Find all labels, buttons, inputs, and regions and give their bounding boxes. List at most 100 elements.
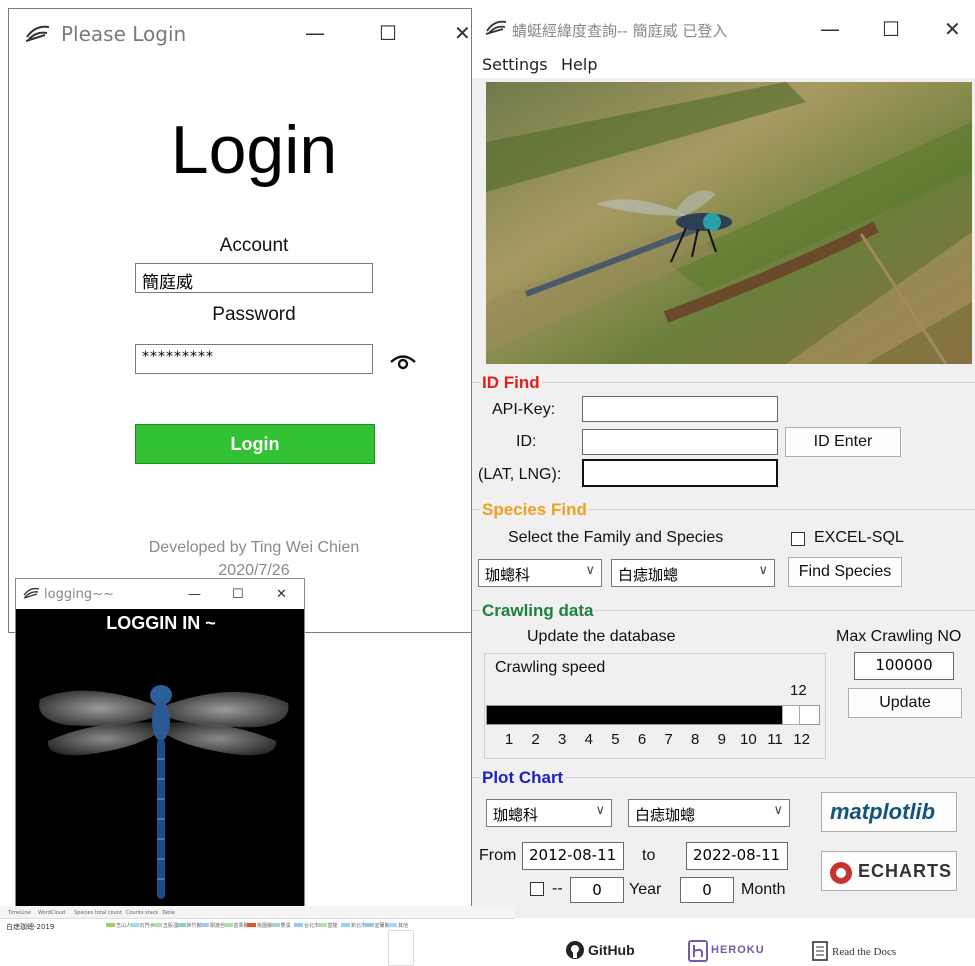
month-input[interactable]: 0	[680, 877, 734, 903]
slider-tick-label: 1	[504, 731, 514, 748]
plot-chart-title: Plot Chart	[480, 768, 566, 788]
legend-swatch	[129, 923, 139, 927]
legend-swatch	[223, 923, 233, 927]
close-button[interactable]: ✕	[276, 585, 287, 605]
password-input[interactable]: *********	[135, 344, 373, 374]
update-button[interactable]: Update	[848, 688, 962, 718]
latlng-input[interactable]	[582, 459, 778, 487]
species-find-title: Species Find	[480, 500, 589, 520]
legend-swatch	[270, 923, 280, 927]
excel-sql-checkbox[interactable]	[791, 532, 805, 546]
minimize-button[interactable]: —	[305, 23, 325, 43]
species-select[interactable]: 白痣珈蟌 ∨	[611, 559, 775, 587]
menu-settings[interactable]: Settings	[482, 55, 548, 74]
chevron-down-icon: ∨	[758, 563, 768, 578]
account-input[interactable]: 簡庭威	[135, 263, 373, 293]
legend-label: 其他	[398, 923, 409, 929]
logging-window: logging~~ — ☐ ✕ LOGGIN IN ~	[15, 578, 305, 908]
select-family-label: Select the Family and Species	[508, 529, 724, 546]
login-window: Please Login — ☐ ✕ Login Account 簡庭威 Pas…	[8, 8, 473, 633]
api-key-label: API-Key:	[492, 401, 556, 418]
minimize-button[interactable]: —	[820, 19, 840, 39]
plot-species-value: 白痣珈蟌	[635, 806, 696, 824]
preview-tooltip	[388, 930, 414, 966]
slider-tick-label: 2	[531, 731, 540, 748]
dragonfly-app-icon	[25, 25, 50, 42]
api-key-input[interactable]	[582, 396, 778, 422]
account-label: Account	[219, 235, 289, 256]
menu-bar: Settings Help	[472, 50, 975, 78]
maximize-button[interactable]: ☐	[379, 23, 397, 43]
github-logo-text: GitHub	[588, 942, 635, 958]
dragonfly-illustration	[39, 685, 289, 899]
legend-swatch	[341, 923, 350, 927]
chevron-down-icon: ∨	[585, 563, 595, 578]
slider-tick-label: 8	[691, 731, 700, 748]
id-input[interactable]	[582, 429, 778, 455]
chevron-down-icon: ∨	[595, 803, 605, 818]
preview-tab[interactable]: WordCloud	[38, 910, 65, 916]
echarts-button[interactable]: ECHARTS	[821, 851, 957, 891]
year-label: Year	[629, 881, 662, 898]
echarts-logo-icon	[830, 862, 852, 884]
latlng-label: (LAT, LNG):	[478, 466, 562, 483]
max-crawling-input[interactable]: 100000	[854, 652, 954, 680]
chevron-down-icon: ∨	[773, 803, 783, 818]
slider-tick-label: 10	[740, 731, 757, 748]
plot-species-select[interactable]: 白痣珈蟌 ∨	[628, 799, 790, 827]
preview-tab[interactable]: Table	[162, 910, 175, 916]
eye-icon[interactable]	[389, 353, 417, 371]
slider-fill	[487, 706, 782, 724]
legend-label: 基隆	[327, 923, 338, 929]
heroku-logo-text: HEROKU	[711, 944, 765, 956]
minimize-button[interactable]: —	[188, 585, 201, 605]
echarts-logo-text: ECHARTS	[858, 861, 953, 881]
login-heading: Login	[170, 112, 338, 188]
dragonfly-app-icon	[23, 587, 40, 599]
slider-tick-label: 6	[637, 731, 647, 748]
developer-credit: Developed by Ting Wei Chien	[148, 539, 360, 556]
slider-value: 12	[790, 682, 807, 699]
dragonfly-photo	[486, 82, 972, 364]
crawling-speed-slider[interactable]	[486, 705, 820, 725]
preview-tab[interactable]: TimeLine	[8, 910, 31, 916]
year-input[interactable]: 0	[570, 877, 624, 903]
id-enter-button[interactable]: ID Enter	[785, 427, 901, 457]
login-button[interactable]: Login	[135, 424, 375, 464]
close-button[interactable]: ✕	[944, 19, 961, 39]
crawling-speed-label: Crawling speed	[495, 659, 606, 676]
family-select-value: 珈蟌科	[485, 566, 531, 584]
period-checkbox[interactable]	[530, 882, 544, 896]
family-select[interactable]: 珈蟌科 ∨	[478, 559, 602, 587]
matplotlib-button[interactable]: matplotlib	[821, 792, 957, 832]
readthedocs-icon	[812, 941, 828, 961]
slider-tick-label: 3	[558, 731, 567, 748]
plot-family-value: 珈蟌科	[493, 806, 539, 824]
dash-label: --	[552, 880, 563, 897]
slider-handle[interactable]	[782, 705, 800, 725]
slider-tick-label: 5	[611, 731, 620, 748]
heroku-icon	[688, 940, 708, 962]
slider-tick-label: 7	[664, 731, 673, 748]
github-icon	[566, 941, 584, 959]
plot-family-select[interactable]: 珈蟌科 ∨	[486, 799, 612, 827]
legend-swatch	[176, 923, 186, 927]
legend-swatch	[364, 923, 374, 927]
preview-tab[interactable]: Species total count	[74, 910, 122, 916]
main-window: 蜻蜓經緯度查詢-- 簡庭威 已登入 — ☐ ✕ Settings Help ID…	[471, 8, 975, 918]
main-window-title: 蜻蜓經緯度查詢-- 簡庭威 已登入	[512, 22, 728, 40]
species-select-value: 白痣珈蟌	[618, 566, 679, 584]
menu-help[interactable]: Help	[561, 55, 597, 74]
main-titlebar: 蜻蜓經緯度查詢-- 簡庭威 已登入 — ☐ ✕	[472, 8, 975, 50]
to-label: to	[642, 847, 656, 864]
logging-titlebar: logging~~ — ☐ ✕	[16, 579, 304, 609]
slider-tick-label: 11	[767, 731, 783, 748]
maximize-button[interactable]: ☐	[882, 19, 900, 39]
find-species-button[interactable]: Find Species	[788, 557, 902, 587]
login-window-title: Please Login	[61, 22, 187, 46]
to-date-input[interactable]: 2022-08-11	[686, 842, 788, 870]
close-button[interactable]: ✕	[454, 23, 471, 43]
preview-tab[interactable]: Counts stack	[126, 910, 158, 916]
from-date-input[interactable]: 2012-08-11	[522, 842, 624, 870]
maximize-button[interactable]: ☐	[232, 585, 244, 605]
